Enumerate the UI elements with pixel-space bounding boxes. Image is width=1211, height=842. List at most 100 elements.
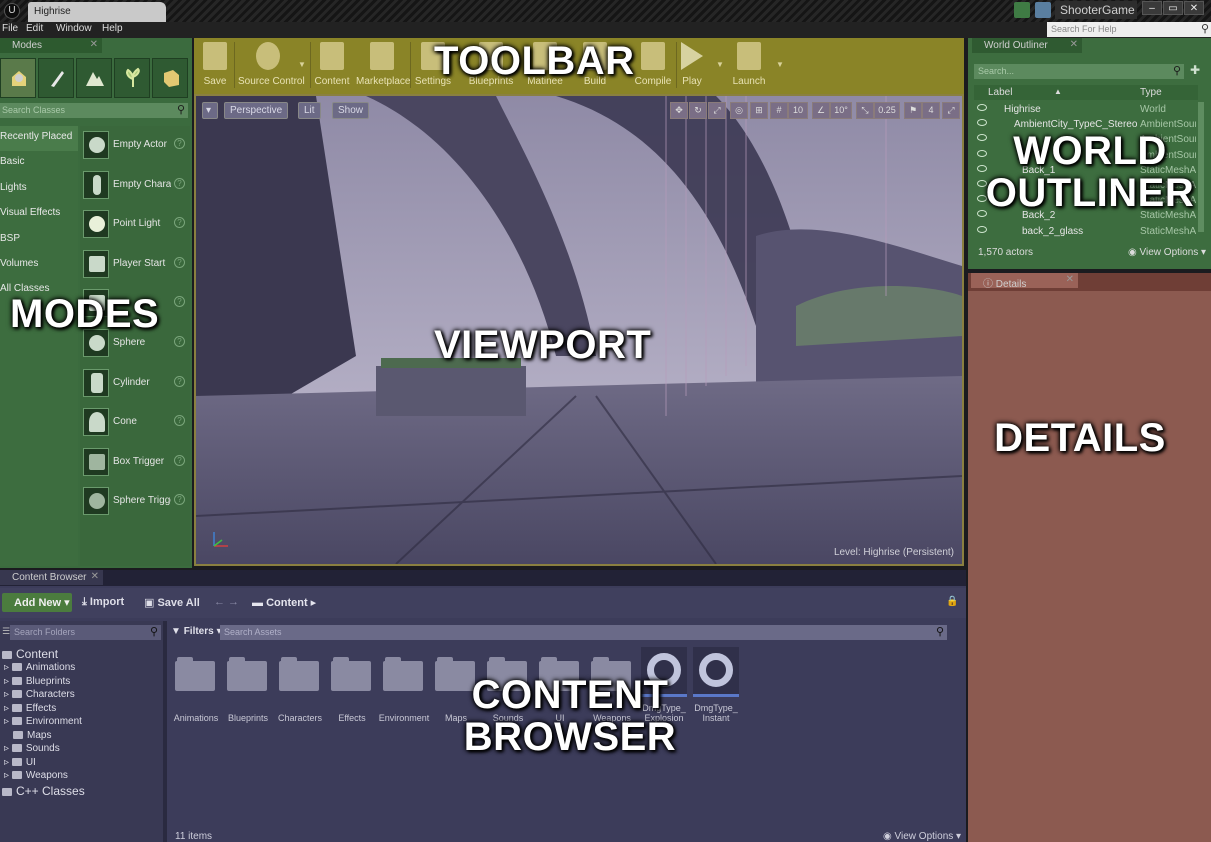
help-icon[interactable]: ? bbox=[174, 415, 185, 427]
launch-button[interactable]: Launch bbox=[732, 42, 766, 90]
tree-item-characters[interactable]: ▹ Characters bbox=[2, 689, 162, 703]
tree-item-weapons[interactable]: ▹ Weapons bbox=[2, 770, 162, 784]
add-new-button[interactable]: Add New ▾ bbox=[2, 593, 72, 612]
marketplace-button[interactable]: Marketplace bbox=[356, 42, 410, 90]
category-bsp[interactable]: BSP bbox=[0, 228, 78, 253]
outliner-search-input[interactable]: Search... ⚲ bbox=[974, 64, 1184, 79]
tree-item-blueprints[interactable]: ▹ Blueprints bbox=[2, 676, 162, 690]
outliner-row[interactable]: Highrise World bbox=[974, 102, 1198, 117]
close-button[interactable]: ✕ bbox=[1184, 1, 1204, 15]
folder-search-input[interactable]: Search Folders ⚲ bbox=[10, 625, 161, 640]
help-icon[interactable]: ? bbox=[174, 335, 185, 347]
foliage-mode-button[interactable] bbox=[114, 58, 150, 98]
level-document-tab[interactable]: Highrise bbox=[28, 2, 166, 22]
outliner-row[interactable]: back_2_glass StaticMeshActo bbox=[974, 224, 1198, 239]
path-breadcrumb[interactable]: ▬ Content ▸ bbox=[252, 596, 316, 609]
tree-item-environment[interactable]: ▹ Environment bbox=[2, 716, 162, 730]
help-icon[interactable]: ? bbox=[174, 256, 185, 268]
surface-snap-icon[interactable]: ⊞ bbox=[750, 102, 768, 119]
category-visual-effects[interactable]: Visual Effects bbox=[0, 202, 78, 227]
viewport-options-menu[interactable]: ▾ bbox=[202, 102, 218, 119]
perspective-toggle[interactable]: Perspective bbox=[224, 102, 289, 119]
asset-tile-folder[interactable]: Animations bbox=[173, 647, 219, 737]
scale-snap-value[interactable]: 0.25 bbox=[874, 102, 900, 119]
minimize-button[interactable]: – bbox=[1142, 1, 1162, 15]
unreal-logo-icon[interactable]: U bbox=[4, 3, 20, 19]
class-search-input[interactable]: Search Classes ⚲ bbox=[0, 103, 188, 118]
world-space-icon[interactable]: ◎ bbox=[730, 102, 748, 119]
category-volumes[interactable]: Volumes bbox=[0, 253, 78, 278]
grid-snap-icon[interactable]: # bbox=[770, 102, 788, 119]
close-icon[interactable]: ✕ bbox=[1066, 274, 1074, 285]
help-search-input[interactable]: Search For Help ⚲ bbox=[1047, 22, 1211, 37]
menu-edit[interactable]: Edit bbox=[26, 23, 43, 34]
rotation-snap-icon[interactable]: ∠ bbox=[812, 102, 830, 119]
place-mode-button[interactable] bbox=[0, 58, 36, 98]
rotation-snap-value[interactable]: 10° bbox=[830, 102, 852, 119]
maximize-viewport-icon[interactable]: ⤢ bbox=[942, 102, 960, 119]
chevron-down-icon[interactable]: ▼ bbox=[776, 60, 784, 69]
category-recently-placed[interactable]: Recently Placed bbox=[0, 126, 78, 152]
class-item-empty-actor[interactable]: Empty Actor ? bbox=[80, 126, 190, 166]
asset-tile-folder[interactable]: Characters bbox=[277, 647, 323, 737]
tree-item-ui[interactable]: ▹ UI bbox=[2, 757, 162, 771]
maximize-button[interactable]: ▭ bbox=[1163, 1, 1183, 15]
paint-mode-button[interactable] bbox=[38, 58, 74, 98]
modes-tab[interactable]: Modes ✕ bbox=[0, 38, 102, 53]
menu-help[interactable]: Help bbox=[102, 23, 123, 34]
close-icon[interactable]: ✕ bbox=[90, 39, 98, 50]
geometry-mode-button[interactable] bbox=[152, 58, 188, 98]
visibility-eye-icon[interactable] bbox=[977, 119, 987, 127]
class-item-cone[interactable]: Cone ? bbox=[80, 403, 190, 443]
compile-button[interactable]: Compile bbox=[632, 42, 674, 90]
rotate-icon[interactable]: ↻ bbox=[689, 102, 707, 119]
tree-item-animations[interactable]: ▹ Animations bbox=[2, 662, 162, 676]
save-all-button[interactable]: ▣ Save All bbox=[144, 596, 200, 609]
tree-item-maps[interactable]: Maps bbox=[2, 730, 162, 744]
back-arrow-icon[interactable]: ← bbox=[214, 596, 225, 608]
help-icon[interactable]: ? bbox=[174, 138, 185, 149]
create-folder-icon[interactable]: ✚ bbox=[1190, 63, 1200, 77]
details-tab[interactable]: ⓘ Details ✕ bbox=[971, 273, 1078, 290]
outliner-view-options[interactable]: ◉ View Options ▾ bbox=[1128, 247, 1206, 258]
save-button[interactable]: Save bbox=[200, 42, 230, 90]
scale-icon[interactable]: ⤢ bbox=[708, 102, 726, 119]
menu-window[interactable]: Window bbox=[56, 23, 92, 34]
class-item-player-start[interactable]: Player Start ? bbox=[80, 245, 190, 285]
asset-tile-folder[interactable]: Blueprints bbox=[225, 647, 271, 737]
label-column-header[interactable]: Label bbox=[988, 87, 1012, 98]
chevron-down-icon[interactable]: ▼ bbox=[716, 60, 724, 69]
tree-item-effects[interactable]: ▹ Effects bbox=[2, 703, 162, 717]
visibility-eye-icon[interactable] bbox=[977, 104, 987, 111]
help-icon[interactable]: ? bbox=[174, 217, 185, 229]
content-view-options[interactable]: ◉ View Options ▾ bbox=[883, 831, 961, 842]
lit-mode-toggle[interactable]: Lit bbox=[298, 102, 321, 119]
help-icon[interactable]: ? bbox=[174, 296, 185, 308]
asset-tile-folder[interactable]: Environment bbox=[379, 647, 429, 737]
comment-icon[interactable] bbox=[1014, 2, 1030, 18]
help-icon[interactable]: ? bbox=[174, 375, 185, 387]
asset-search-input[interactable]: Search Assets ⚲ bbox=[220, 625, 947, 640]
lock-icon[interactable]: 🔒 bbox=[946, 596, 958, 607]
marketplace-icon[interactable] bbox=[1035, 2, 1052, 18]
close-icon[interactable]: ✕ bbox=[91, 571, 99, 582]
landscape-mode-button[interactable] bbox=[76, 58, 112, 98]
tree-root-content[interactable]: Content bbox=[2, 647, 162, 662]
help-icon[interactable]: ? bbox=[174, 494, 185, 506]
visibility-eye-icon[interactable] bbox=[977, 225, 987, 233]
close-icon[interactable]: ✕ bbox=[1070, 39, 1078, 50]
class-item-cylinder[interactable]: Cylinder ? bbox=[80, 364, 190, 404]
help-icon[interactable]: ? bbox=[174, 454, 185, 466]
chevron-down-icon[interactable]: ▼ bbox=[298, 60, 306, 69]
help-icon[interactable]: ? bbox=[174, 177, 185, 189]
import-button[interactable]: ⤓ Import bbox=[82, 596, 124, 609]
asset-tile-folder[interactable]: Effects bbox=[329, 647, 375, 737]
sources-toggle-icon[interactable]: ☰ bbox=[2, 626, 10, 637]
grid-snap-value[interactable]: 10 bbox=[788, 102, 808, 119]
content-browser-tab[interactable]: Content Browser ✕ bbox=[0, 570, 103, 585]
forward-arrow-icon[interactable]: → bbox=[228, 596, 239, 608]
tree-item-sounds[interactable]: ▹ Sounds bbox=[2, 743, 162, 757]
class-item-box-trigger[interactable]: Box Trigger ? bbox=[80, 443, 190, 483]
filters-button[interactable]: ▼ Filters ▾ bbox=[171, 626, 222, 637]
category-basic[interactable]: Basic bbox=[0, 151, 78, 176]
